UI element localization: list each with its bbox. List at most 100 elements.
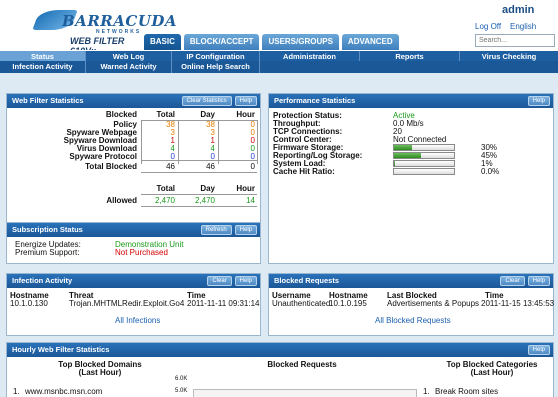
divider — [257, 120, 258, 164]
panel-title: Web Filter Statistics Clear Statistics H… — [7, 94, 260, 108]
panel-title: Blocked Requests Clear Help — [269, 274, 553, 288]
nav-virus-checking[interactable]: Virus Checking — [460, 51, 558, 61]
blocked-last: Advertisements & Popups — [387, 299, 480, 308]
help-button[interactable]: Help — [234, 96, 257, 106]
clear-statistics-button[interactable]: Clear Statistics — [181, 96, 232, 106]
panel-title: Subscription Status Refresh Help — [7, 223, 260, 237]
barracuda-logo[interactable]: BARRACUDA NETWORKS WEB FILTER 610Vx — [32, 4, 177, 56]
tab-users-groups[interactable]: USERS/GROUPS — [262, 34, 339, 50]
cache-hit-label: Cache Hit Ratio: — [273, 167, 335, 176]
tab-basic[interactable]: BASIC — [144, 34, 181, 50]
col-day: Day — [200, 184, 215, 193]
infection-threat: Trojan.MHTMLRedir.Exploit.Go4 — [69, 299, 185, 308]
help-button[interactable]: Help — [234, 225, 257, 235]
allowed-total: 2,470 — [154, 196, 175, 205]
divider — [141, 172, 257, 173]
subnav-primary: Status Web Log IP Configuration Administ… — [0, 50, 558, 61]
help-button[interactable]: Help — [527, 345, 550, 355]
help-button[interactable]: Help — [527, 276, 550, 286]
infection-activity-panel: Infection Activity Clear Help Hostname T… — [6, 273, 261, 336]
logo-brand: BARRACUDA — [62, 12, 178, 30]
panel-title: Hourly Web Filter Statistics Help — [7, 343, 553, 357]
allowed-hour: 14 — [246, 196, 255, 205]
clear-button[interactable]: Clear — [207, 276, 232, 286]
blocked-time: 2011-11-15 13:45:53 — [481, 299, 555, 308]
logoff-link[interactable]: Log Off — [475, 22, 501, 31]
panel-title: Infection Activity Clear Help — [7, 274, 260, 288]
current-user: admin — [502, 4, 535, 16]
allowed-label: Allowed — [106, 196, 137, 205]
premium-support-value: Not Purchased — [115, 248, 168, 257]
all-blocked-requests-link[interactable]: All Blocked Requests — [375, 316, 451, 325]
divider — [141, 120, 142, 164]
help-button[interactable]: Help — [527, 96, 550, 106]
system-load-bar — [393, 160, 455, 167]
col-day: Day — [200, 110, 215, 119]
main-tabs: BASIC BLOCK/ACCEPT USERS/GROUPS ADVANCED — [144, 34, 399, 50]
col-hour: Hour — [236, 184, 255, 193]
bar-fill — [394, 161, 395, 166]
subscription-status-panel: Subscription Status Refresh Help Energiz… — [6, 222, 261, 264]
y-tick-label: 6.0K — [175, 376, 188, 382]
tab-advanced[interactable]: ADVANCED — [341, 34, 399, 50]
chart-title: Blocked Requests — [267, 360, 337, 369]
blocked-host: 10.1.0.195 — [329, 299, 367, 308]
bar-fill — [394, 153, 421, 158]
domain-rank: 1. — [13, 387, 20, 396]
refresh-button[interactable]: Refresh — [200, 225, 232, 235]
hourly-statistics-panel: Hourly Web Filter Statistics Help Top Bl… — [6, 342, 554, 397]
divider — [178, 120, 179, 164]
logo-networks: NETWORKS — [96, 29, 142, 35]
blocked-requests-panel: Blocked Requests Clear Help Username Hos… — [268, 273, 554, 336]
category-rank: 1. — [423, 387, 430, 396]
blocked-requests-chart-area — [193, 389, 417, 397]
y-tick-label: 5.0K — [175, 388, 188, 394]
nav-warned-activity[interactable]: Warned Activity — [86, 61, 172, 73]
divider — [141, 206, 257, 207]
total-blocked-hour: 0 — [250, 162, 255, 171]
nav-infection-activity[interactable]: Infection Activity — [0, 61, 86, 73]
cache-hit-value: 0.0% — [481, 167, 500, 176]
nav-status[interactable]: Status — [0, 51, 86, 61]
top-blocked-categories-sub: (Last Hour) — [470, 368, 514, 377]
subnav-secondary: Infection Activity Warned Activity Onlin… — [0, 61, 558, 73]
col-total: Total — [156, 184, 175, 193]
performance-statistics-panel: Performance Statistics Help Protection S… — [268, 93, 554, 264]
nav-web-log[interactable]: Web Log — [86, 51, 172, 61]
premium-support-label: Premium Support: — [15, 248, 80, 257]
divider — [218, 120, 219, 164]
cache-hit-bar — [393, 168, 455, 175]
nav-online-help-search[interactable]: Online Help Search — [172, 61, 260, 73]
panel-title: Performance Statistics Help — [269, 94, 553, 108]
col-total: Total — [156, 110, 175, 119]
help-button[interactable]: Help — [234, 276, 257, 286]
clear-button[interactable]: Clear — [500, 276, 525, 286]
nav-ip-configuration[interactable]: IP Configuration — [172, 51, 260, 61]
col-hour: Hour — [236, 110, 255, 119]
divider — [141, 194, 257, 195]
total-blocked-total: 46 — [166, 162, 175, 171]
row-label: Spyware Protocol — [69, 152, 137, 161]
firmware-storage-bar — [393, 144, 455, 151]
all-infections-link[interactable]: All Infections — [115, 316, 160, 325]
language-select[interactable]: English — [510, 22, 536, 31]
tab-block-accept[interactable]: BLOCK/ACCEPT — [183, 34, 260, 50]
bar-fill — [394, 145, 412, 150]
control-center-value: Not Connected — [393, 135, 447, 144]
log-storage-bar — [393, 152, 455, 159]
infection-time: 2011-11-11 09:31:14 — [187, 299, 260, 308]
category-name: Break Room sites — [435, 387, 499, 396]
divider — [141, 160, 257, 161]
nav-reports[interactable]: Reports — [360, 51, 460, 61]
top-blocked-domains-sub: (Last Hour) — [78, 368, 122, 377]
total-blocked-label: Total Blocked — [85, 162, 137, 171]
col-blocked: Blocked — [105, 110, 137, 119]
nav-administration[interactable]: Administration — [260, 51, 360, 61]
infection-host: 10.1.0.130 — [10, 299, 48, 308]
search-input[interactable] — [475, 34, 555, 47]
domain-name: www.msnbc.msn.com — [25, 387, 103, 396]
header: BARRACUDA NETWORKS WEB FILTER 610Vx BASI… — [0, 0, 558, 56]
blocked-user: Unauthenticated — [272, 299, 331, 308]
allowed-day: 2,470 — [194, 196, 215, 205]
total-blocked-day: 46 — [206, 162, 215, 171]
